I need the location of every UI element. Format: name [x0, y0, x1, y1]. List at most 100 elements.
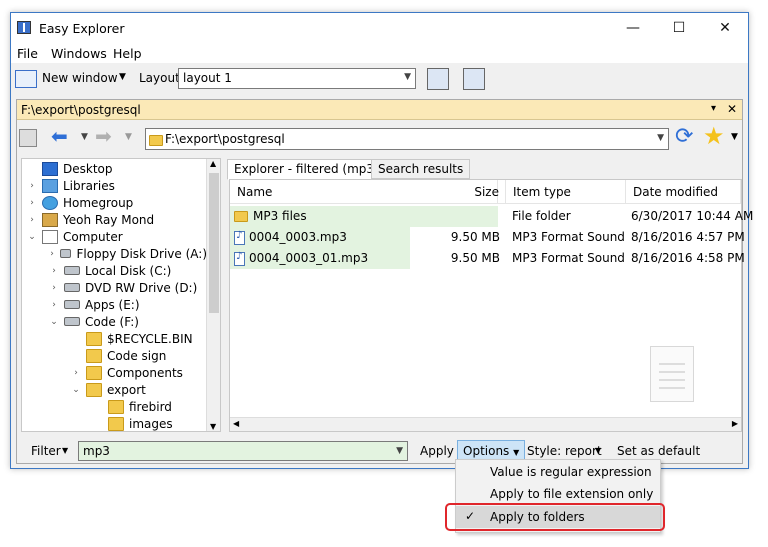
favorites-star-icon[interactable]: ★	[703, 122, 725, 150]
tree-scroll-thumb[interactable]	[209, 173, 219, 313]
apply-button[interactable]: Apply	[420, 444, 454, 458]
set-default-button[interactable]: Set as default	[617, 444, 700, 458]
tree-item[interactable]: › Apps (E:)	[22, 296, 207, 313]
desktop-icon	[42, 161, 58, 176]
tree-item[interactable]: $RECYCLE.BIN	[22, 330, 207, 347]
load-layout-icon[interactable]	[463, 68, 485, 90]
chevron-down-icon[interactable]: ▼	[657, 133, 664, 143]
tree-expander-icon[interactable]: ›	[70, 368, 82, 378]
tab-explorer-filtered[interactable]: Explorer - filtered (mp3)	[227, 159, 386, 180]
list-row[interactable]: MP3 files File folder 6/30/2017 10:44 AM	[230, 206, 753, 227]
refresh-icon[interactable]: ⟳	[675, 124, 693, 149]
cell-type: MP3 Format Sound	[512, 230, 625, 244]
column-header-name[interactable]: Name	[230, 180, 498, 204]
back-arrow-icon[interactable]: ⬅	[51, 124, 68, 148]
forward-arrow-icon[interactable]: ➡	[95, 124, 112, 148]
tree-expander-icon[interactable]: ⌄	[26, 232, 38, 242]
new-window-button[interactable]: New window	[42, 71, 118, 85]
pane-menu-icon[interactable]: ▾	[711, 103, 716, 114]
column-header-modified[interactable]: Date modified	[626, 180, 741, 204]
cell-name: 0004_0003_01.mp3	[234, 251, 368, 266]
file-name: 0004_0003_01.mp3	[249, 251, 369, 265]
tree-item[interactable]: › DVD RW Drive (D:)	[22, 279, 207, 296]
folder-icon	[86, 331, 102, 346]
tree-item[interactable]: ⌄ export	[22, 381, 207, 398]
menu-item-file-extension-only[interactable]: Apply to file extension only	[456, 483, 660, 505]
list-row[interactable]: 0004_0003_01.mp3 9.50 MB MP3 Format Sound 8…	[230, 248, 745, 269]
tree-item[interactable]: › Homegroup	[22, 194, 207, 211]
tree-item-label: DVD RW Drive (D:)	[85, 280, 198, 295]
tree-expander-icon[interactable]: ›	[48, 283, 60, 293]
tree-item[interactable]: Code sign	[22, 347, 207, 364]
scroll-right-icon[interactable]: ▶	[732, 419, 738, 428]
tree-item[interactable]: › Libraries	[22, 177, 207, 194]
tree-item-label: Computer	[63, 229, 123, 244]
save-layout-icon[interactable]	[427, 68, 449, 90]
forward-history-icon[interactable]: ▼	[125, 132, 132, 142]
menu-item-label: Value is regular expression	[490, 465, 652, 479]
tree-item[interactable]: firebird	[22, 398, 207, 415]
tree-item[interactable]: › Floppy Disk Drive (A:)	[22, 245, 207, 262]
cell-modified: 8/16/2016 4:57 PM	[631, 230, 745, 244]
pane-close-icon[interactable]: ✕	[727, 102, 737, 116]
menu-file[interactable]: File	[17, 46, 38, 61]
options-label: Options	[463, 444, 510, 458]
scroll-left-icon[interactable]: ◀	[233, 419, 239, 428]
scroll-up-icon[interactable]: ▲	[210, 159, 216, 168]
list-horizontal-scrollbar[interactable]: ◀ ▶	[230, 417, 741, 431]
layout-select[interactable]: layout 1 ▼	[178, 68, 416, 89]
filter-dropdown-icon[interactable]: ▼	[62, 446, 68, 455]
tree-expander-icon[interactable]: ›	[48, 249, 56, 259]
tree-item[interactable]: › Components	[22, 364, 207, 381]
menu-help[interactable]: Help	[113, 46, 142, 61]
drive-icon	[64, 300, 80, 309]
tree-item[interactable]: ⌄ Computer	[22, 228, 207, 245]
audio-file-icon	[234, 230, 245, 245]
tree-expander-icon[interactable]: ⌄	[70, 385, 82, 395]
tree-item-label: Components	[107, 365, 183, 380]
tree-item[interactable]: ⌄ Code (F:)	[22, 313, 207, 330]
style-button[interactable]: Style: report	[527, 444, 602, 458]
libraries-icon	[42, 178, 58, 193]
maximize-button[interactable]: ☐	[656, 13, 702, 43]
filter-button[interactable]: Filter	[31, 444, 61, 458]
tree-expander-icon[interactable]: ›	[26, 181, 38, 191]
column-header-size[interactable]: Size	[462, 180, 506, 204]
new-window-dropdown-icon[interactable]: ▼	[119, 72, 126, 82]
tree-item-label: Code sign	[107, 348, 167, 363]
style-dropdown-icon[interactable]: ▼	[595, 446, 601, 455]
menu-windows[interactable]: Windows	[51, 46, 107, 61]
close-button[interactable]: ✕	[702, 13, 748, 43]
tree-expander-icon[interactable]: ›	[26, 215, 38, 225]
tree-scrollbar[interactable]: ▲ ▼	[206, 159, 220, 431]
tree-item[interactable]: › Yeoh Ray Mond	[22, 211, 207, 228]
cell-size: 9.50 MB	[450, 251, 500, 265]
address-bar[interactable]: F:\export\postgresql ▼	[145, 128, 669, 150]
chevron-down-icon[interactable]: ▼	[396, 446, 403, 456]
file-name: 0004_0003.mp3	[249, 230, 347, 244]
menu-item-regular-expression[interactable]: Value is regular expression	[456, 461, 660, 483]
tree-item[interactable]: › Local Disk (C:)	[22, 262, 207, 279]
file-list: Name Size Item type Date modified MP3 fi…	[229, 179, 753, 432]
tree-item[interactable]: Desktop	[22, 160, 207, 177]
tree-item[interactable]: images	[22, 415, 207, 431]
column-header-type[interactable]: Item type	[506, 180, 626, 204]
tree-expander-icon[interactable]: ›	[48, 266, 60, 276]
tree-item-label: Local Disk (C:)	[85, 263, 172, 278]
tree-expander-icon[interactable]: ⌄	[48, 317, 60, 327]
tab-search-results[interactable]: Search results	[371, 159, 471, 179]
chevron-down-icon: ▼	[404, 72, 411, 82]
list-row[interactable]: 0004_0003.mp3 9.50 MB MP3 Format Sound 8/16…	[230, 227, 745, 248]
dvd-icon	[64, 283, 80, 292]
app-icon	[17, 21, 31, 34]
filter-input[interactable]: mp3 ▼	[78, 441, 408, 461]
minimize-button[interactable]: —	[610, 13, 656, 43]
favorites-dropdown-icon[interactable]: ▼	[731, 132, 738, 142]
tree-expander-icon[interactable]: ›	[48, 300, 60, 310]
back-history-icon[interactable]: ▼	[81, 132, 88, 142]
drive-icon	[64, 266, 80, 275]
scroll-down-icon[interactable]: ▼	[210, 422, 216, 431]
up-folder-icon[interactable]	[19, 129, 37, 147]
tree-item-label: firebird	[129, 399, 172, 414]
tree-expander-icon[interactable]: ›	[26, 198, 38, 208]
